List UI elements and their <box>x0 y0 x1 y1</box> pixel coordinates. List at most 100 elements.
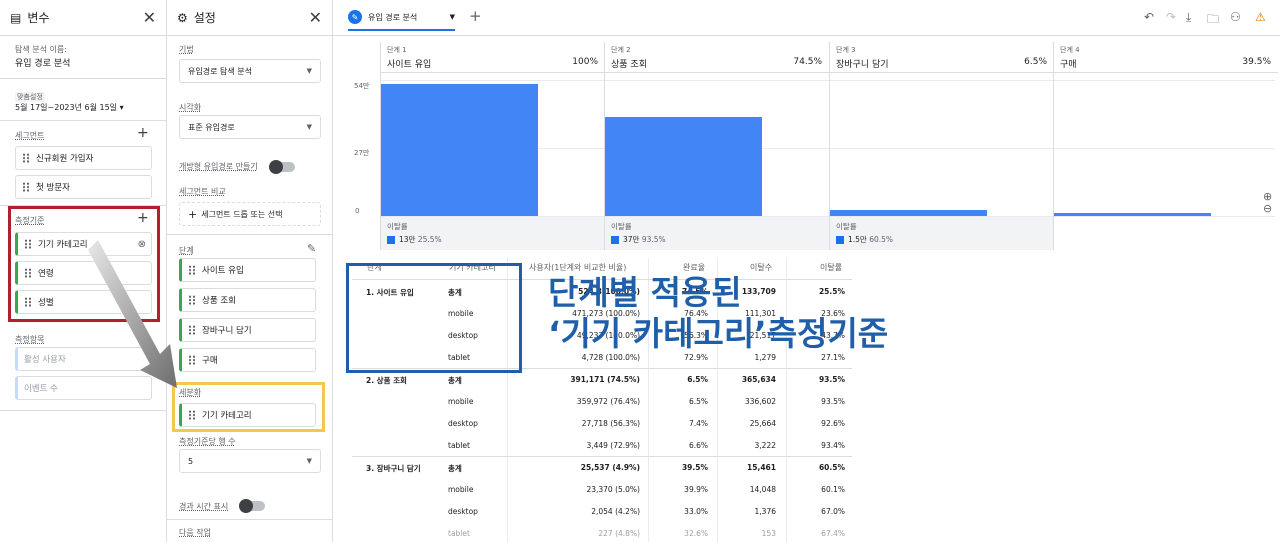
funnel-bar[interactable] <box>1054 213 1211 216</box>
viz-label: 시각화 <box>179 103 202 112</box>
drop-percent: 25.5% <box>417 235 442 244</box>
drop-rate-cell: 67.4% <box>821 529 845 538</box>
users-cell: 25,537 (4.9%) <box>580 463 640 472</box>
metrics-label: 측정항목 <box>15 335 45 344</box>
next-action-label: 다음 작업 <box>179 528 211 537</box>
funnel-bar[interactable] <box>830 209 987 216</box>
date-range[interactable]: 5월 17일~2023년 6월 15일 ▾ <box>15 102 124 113</box>
step-percent: 6.5% <box>1024 57 1047 67</box>
redo-icon[interactable]: ↷ <box>1166 10 1176 24</box>
settings-panel: ⚙ 설정 ✕ 기법 유입경로 탐색 분석 ▼ 시각화 표준 유입경로 ▼ 개방형 유… <box>167 0 333 542</box>
divider <box>0 78 166 79</box>
gear-icon: ⚙ <box>177 10 188 25</box>
step-chip[interactable]: 상품 조회 <box>179 288 316 312</box>
step-number: 단계 3 <box>836 46 856 54</box>
add-tab-icon[interactable]: + <box>469 7 482 25</box>
add-segment-icon[interactable]: + <box>137 125 149 141</box>
category-cell: desktop <box>448 419 478 428</box>
edit-icon[interactable]: ✎ <box>307 242 316 255</box>
drop-count-cell: 336,602 <box>744 397 776 406</box>
chevron-down-icon[interactable]: ▼ <box>450 13 455 21</box>
funnel-step-column[interactable]: 단계 1 사이트 유입 100% 이탈률 13만 25.5% <box>380 42 605 250</box>
warning-icon[interactable]: ⚠ <box>1255 10 1266 24</box>
settings-header: ⚙ 설정 ✕ <box>167 0 332 36</box>
drop-count-cell: 153 <box>761 529 776 538</box>
drop-rate-cell: 60.5% <box>818 463 845 472</box>
drop-off-box[interactable]: 이탈률 1.5만 60.5% <box>830 217 1054 250</box>
drop-rate-cell: 93.4% <box>821 441 845 450</box>
users-cell: 3,449 (72.9%) <box>586 441 640 450</box>
drop-off-value: 13만 25.5% <box>387 234 442 245</box>
undo-icon[interactable]: ↶ <box>1144 10 1154 24</box>
segment-drop-zone[interactable]: + 세그먼트 드롭 또는 선택 <box>179 202 321 226</box>
completion-cell: 6.5% <box>688 397 708 406</box>
funnel-step-column[interactable]: 단계 4 구매 39.5% <box>1053 42 1278 250</box>
step-cell: 3. 장바구니 담기 <box>366 464 421 473</box>
segment-chip[interactable]: 신규회원 가입자 <box>15 146 152 170</box>
drop-rate-cell: 27.1% <box>821 353 845 362</box>
step-chip[interactable]: 장바구니 담기 <box>179 318 316 342</box>
step-name: 사이트 유입 <box>387 60 432 70</box>
funnel-step-column[interactable]: 단계 3 장바구니 담기 6.5% 이탈률 1.5만 60.5% <box>829 42 1054 250</box>
table-row[interactable]: mobile 23,370 (5.0%) 39.9% 14,048 60.1% <box>352 485 852 507</box>
table-row[interactable]: 3. 장바구니 담기 총계 25,537 (4.9%) 39.5% 15,461 60.5… <box>352 463 852 485</box>
zoom-out-icon[interactable]: ⊖ <box>1263 202 1272 215</box>
tab-funnel[interactable]: ✎ 유입 경로 분석 ▼ <box>348 5 455 31</box>
drop-rate-cell: 92.6% <box>821 419 845 428</box>
close-icon[interactable]: ✕ <box>309 8 322 27</box>
close-icon[interactable]: ✕ <box>143 8 156 27</box>
folder-icon[interactable]: 🗀 <box>1207 10 1219 31</box>
segment-chip[interactable]: 첫 방문자 <box>15 175 152 199</box>
completion-cell: 39.5% <box>681 463 708 472</box>
open-funnel-toggle[interactable] <box>269 160 295 174</box>
legend-swatch <box>836 235 844 244</box>
drop-rate-cell: 93.5% <box>818 375 845 384</box>
funnel-bar[interactable] <box>605 117 762 216</box>
exploration-name[interactable]: 유입 경로 분석 <box>15 56 70 69</box>
step-percent: 39.5% <box>1242 57 1271 67</box>
step-chip[interactable]: 구매 <box>179 348 316 372</box>
drop-count: 1.5만 <box>848 235 867 244</box>
rows-per-dim-select[interactable]: 5 ▼ <box>179 449 321 473</box>
step-name: 장바구니 담기 <box>836 60 889 70</box>
rows-per-dim-label: 측정기준당 행 수 <box>179 437 236 446</box>
drop-off-label: 이탈률 <box>387 222 408 231</box>
drop-count-cell: 365,634 <box>741 375 776 384</box>
funnel-step-column[interactable]: 단계 2 상품 조회 74.5% 이탈률 37만 93.5% <box>604 42 829 250</box>
category-cell: 총계 <box>448 376 462 385</box>
drag-handle-icon[interactable] <box>22 153 30 163</box>
legend-swatch <box>611 235 619 244</box>
download-icon[interactable]: ⤓ <box>1186 10 1191 25</box>
table-row[interactable]: tablet 227 (4.8%) 32.6% 153 67.4% <box>352 529 852 542</box>
divider <box>0 410 166 411</box>
table-row[interactable]: desktop 2,054 (4.2%) 33.0% 1,376 67.0% <box>352 507 852 529</box>
table-row[interactable]: mobile 359,972 (76.4%) 6.5% 336,602 93.5% <box>352 397 852 419</box>
users-cell: 4,728 (100.0%) <box>581 353 640 362</box>
share-user-icon[interactable]: ⚇ <box>1230 10 1241 24</box>
step-name: 구매 <box>1060 60 1077 70</box>
table-row[interactable]: tablet 3,449 (72.9%) 6.6% 3,222 93.4% <box>352 441 852 463</box>
drag-handle-icon[interactable] <box>22 182 30 192</box>
drop-count-cell: 14,048 <box>749 485 776 494</box>
users-cell: 359,972 (76.4%) <box>576 397 640 406</box>
step-percent: 74.5% <box>793 57 822 67</box>
table-row[interactable]: 2. 상품 조회 총계 391,171 (74.5%) 6.5% 365,634 93.5… <box>352 375 852 397</box>
table-row[interactable]: desktop 27,718 (56.3%) 7.4% 25,664 92.6% <box>352 419 852 441</box>
viz-select[interactable]: 표준 유입경로 ▼ <box>179 115 321 139</box>
drop-count-cell: 1,376 <box>754 507 776 516</box>
step-chip[interactable]: 사이트 유입 <box>179 258 316 282</box>
drop-count: 37만 <box>623 235 640 244</box>
drop-off-box[interactable]: 이탈률 13만 25.5% <box>381 217 605 250</box>
funnel-bar[interactable] <box>381 84 538 216</box>
chevron-down-icon: ▼ <box>306 457 312 465</box>
users-cell: 27,718 (56.3%) <box>581 419 640 428</box>
elapsed-toggle[interactable] <box>239 499 265 513</box>
category-cell: 총계 <box>448 464 462 473</box>
segment-compare-label: 세그먼트 비교 <box>179 187 226 196</box>
variables-title: 변수 <box>27 11 50 25</box>
elapsed-label: 경과 시간 표시 <box>179 502 229 511</box>
drop-off-box[interactable]: 이탈률 37만 93.5% <box>605 217 829 250</box>
settings-title: 설정 <box>193 11 216 25</box>
completion-cell: 72.9% <box>684 353 708 362</box>
technique-select[interactable]: 유입경로 탐색 분석 ▼ <box>179 59 321 83</box>
